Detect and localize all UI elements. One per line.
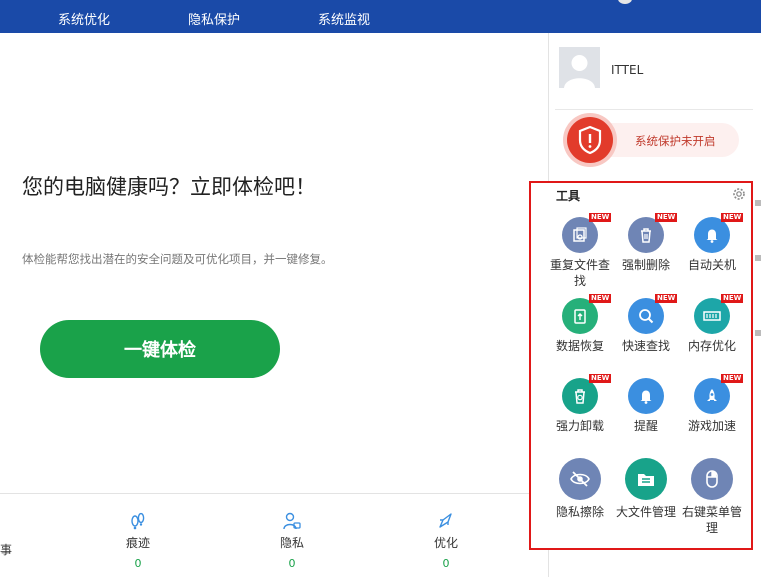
- stat-label: 优化: [433, 536, 458, 550]
- footprints-icon: [131, 512, 145, 530]
- top-navigation-bar: 系统优化 隐私保护 系统监视: [0, 0, 761, 33]
- tool-context-menu-manager[interactable]: 右键菜单管理: [680, 458, 744, 536]
- tool-label: 重复文件查找: [549, 258, 610, 288]
- new-badge: NEW: [721, 374, 744, 383]
- tool-label: 自动关机: [687, 258, 736, 272]
- tool-label: 隐私擦除: [555, 505, 604, 519]
- tool-label: 大文件管理: [615, 505, 676, 519]
- tools-panel: 工具 NEW 重复文件查找 NEW 强制删除 NEW 自动关机 NEW 数据恢复: [529, 181, 753, 550]
- stat-label: 痕迹: [125, 536, 150, 550]
- cut-off-stat-label: 事: [0, 543, 13, 557]
- uninstall-icon: NEW: [562, 374, 612, 414]
- tool-game-boost[interactable]: NEW 游戏加速: [680, 374, 744, 434]
- tool-duplicate-file-finder[interactable]: NEW 重复文件查找: [548, 213, 612, 289]
- page-description: 体检能帮您找出潜在的安全问题及可优化项目，并一键修复。: [22, 252, 333, 266]
- main-panel: 您的电脑健康吗？立即体检吧！ 体检能帮您找出潜在的安全问题及可优化项目，并一键修…: [0, 33, 548, 577]
- trash-icon: NEW: [628, 213, 678, 253]
- mouse-icon: [691, 458, 733, 500]
- folder-list-icon: [625, 458, 667, 500]
- tool-label: 数据恢复: [555, 339, 604, 353]
- new-badge: NEW: [589, 294, 612, 303]
- tool-label: 内存优化: [687, 339, 736, 353]
- username: ITTEL: [611, 63, 644, 77]
- one-click-check-button[interactable]: 一键体检: [40, 320, 280, 378]
- tool-label: 快速查找: [621, 339, 670, 353]
- tool-label: 强制删除: [621, 258, 670, 272]
- tool-auto-shutdown[interactable]: NEW 自动关机: [680, 213, 744, 273]
- stat-value: 0: [288, 557, 296, 570]
- tool-privacy-erase[interactable]: 隐私擦除: [548, 458, 612, 520]
- magnifier-icon: NEW: [628, 294, 678, 334]
- tab-system-monitor[interactable]: 系统监视: [318, 9, 370, 28]
- new-badge: NEW: [721, 294, 744, 303]
- edge-fragment: [755, 200, 761, 206]
- stat-value: 0: [134, 557, 142, 570]
- stat-optimize[interactable]: 优化 0: [416, 511, 476, 570]
- user-lock-icon: [283, 512, 301, 530]
- divider: [555, 109, 753, 110]
- stat-label: 隐私: [279, 536, 304, 550]
- tool-force-uninstall[interactable]: NEW 强力卸载: [548, 374, 612, 434]
- tab-system-optimize[interactable]: 系统优化: [58, 9, 110, 28]
- memory-icon: NEW: [694, 294, 744, 334]
- tool-data-recovery[interactable]: NEW 数据恢复: [548, 294, 612, 354]
- tool-label: 右键菜单管理: [681, 505, 742, 535]
- new-badge: NEW: [589, 213, 612, 222]
- eye-slash-icon: [559, 458, 601, 500]
- rocket-icon: [439, 513, 452, 528]
- edge-fragment: [755, 255, 761, 261]
- tool-memory-optimize[interactable]: NEW 内存优化: [680, 294, 744, 354]
- avatar[interactable]: [559, 47, 600, 88]
- page-title: 您的电脑健康吗？立即体检吧！: [22, 175, 316, 199]
- stat-traces[interactable]: 痕迹 0: [108, 511, 168, 570]
- edge-fragment: [755, 330, 761, 336]
- new-badge: NEW: [589, 374, 612, 383]
- duplicate-file-icon: NEW: [562, 213, 612, 253]
- divider: [0, 493, 548, 494]
- game-rocket-icon: NEW: [694, 374, 744, 414]
- stat-value: 0: [442, 557, 450, 570]
- protection-status-label: 系统保护未开启: [635, 134, 716, 148]
- data-recovery-icon: NEW: [562, 294, 612, 334]
- tool-quick-search[interactable]: NEW 快速查找: [614, 294, 678, 354]
- tab-privacy-protection[interactable]: 隐私保护: [188, 9, 240, 28]
- tool-label: 强力卸载: [555, 419, 604, 433]
- window-control-icon[interactable]: [618, 0, 632, 4]
- shield-warning-icon: [567, 117, 613, 163]
- new-badge: NEW: [655, 213, 678, 222]
- tool-large-file-manager[interactable]: 大文件管理: [614, 458, 678, 520]
- tool-force-delete[interactable]: NEW 强制删除: [614, 213, 678, 273]
- new-badge: NEW: [655, 294, 678, 303]
- tool-reminder[interactable]: 提醒: [614, 378, 678, 434]
- stat-privacy[interactable]: 隐私 0: [262, 511, 322, 570]
- default-avatar-icon: [559, 47, 600, 88]
- bell-icon: NEW: [694, 213, 744, 253]
- new-badge: NEW: [721, 213, 744, 222]
- gear-icon[interactable]: [732, 187, 746, 201]
- tools-title: 工具: [556, 189, 581, 203]
- protection-status-button[interactable]: 系统保护未开启: [567, 117, 739, 163]
- bell-icon: [628, 378, 664, 414]
- tool-label: 游戏加速: [687, 419, 736, 433]
- tool-label: 提醒: [633, 419, 658, 433]
